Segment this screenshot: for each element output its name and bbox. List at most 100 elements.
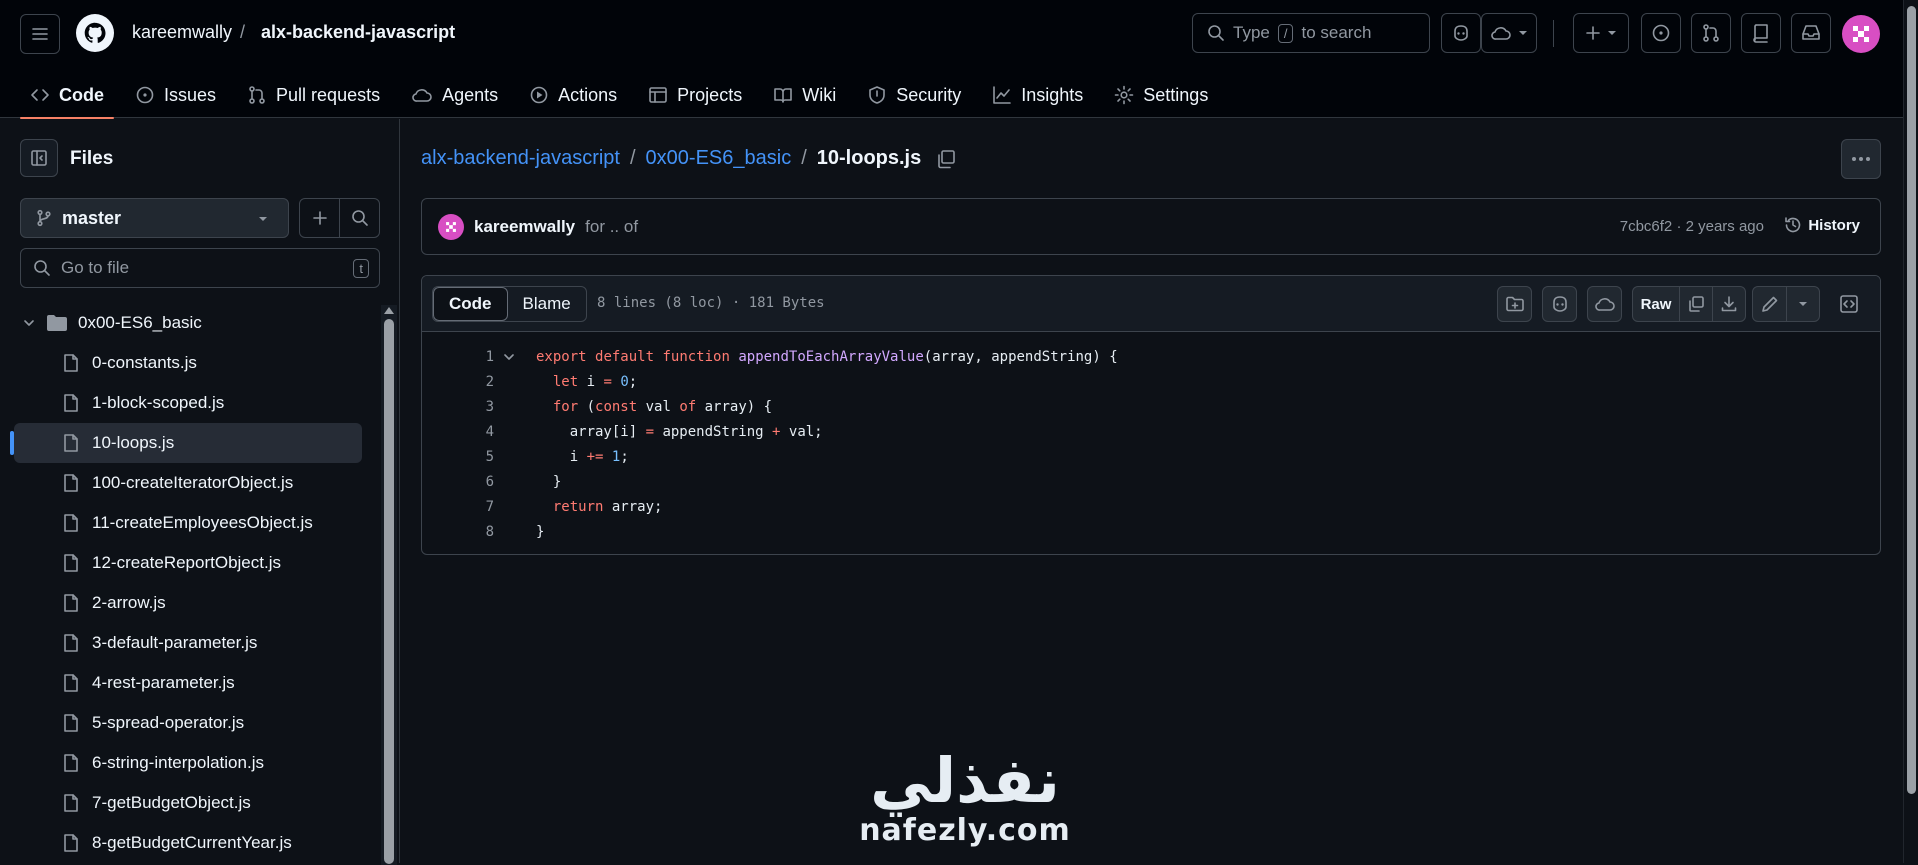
line-number[interactable]: 4 bbox=[422, 424, 494, 440]
tab-label: Insights bbox=[1021, 84, 1084, 105]
raw-button[interactable]: Raw bbox=[1633, 287, 1679, 321]
file-name: 12-createReportObject.js bbox=[92, 553, 281, 572]
inbox-icon bbox=[1802, 25, 1820, 40]
github-logo-icon[interactable] bbox=[76, 14, 114, 52]
header-owner-link[interactable]: kareemwally bbox=[132, 22, 232, 43]
tab-pull-requests[interactable]: Pull requests bbox=[237, 72, 390, 118]
blame-tab[interactable]: Blame bbox=[508, 287, 586, 321]
plus-icon bbox=[1586, 26, 1600, 40]
commit-message[interactable]: for .. of bbox=[585, 217, 638, 237]
file-name: 8-getBudgetCurrentYear.js bbox=[92, 833, 292, 852]
commit-hash-time[interactable]: 7cbc6f2 · 2 years ago bbox=[1620, 218, 1764, 235]
breadcrumb-repo-link[interactable]: alx-backend-javascript bbox=[421, 147, 620, 170]
search-icon bbox=[1208, 25, 1224, 41]
tree-file[interactable]: 100-createIteratorObject.js bbox=[14, 463, 382, 503]
line-number[interactable]: 6 bbox=[422, 474, 494, 490]
line-number[interactable]: 3 bbox=[422, 399, 494, 415]
tree-file[interactable]: 0-constants.js bbox=[14, 343, 382, 383]
sidebar-scrollbar[interactable] bbox=[381, 305, 397, 865]
line-number[interactable]: 8 bbox=[422, 524, 494, 540]
search-icon bbox=[351, 210, 368, 226]
breadcrumb-separator: / bbox=[801, 147, 807, 169]
tree-file[interactable]: 8-getBudgetCurrentYear.js bbox=[14, 823, 382, 863]
tab-security[interactable]: Security bbox=[857, 72, 971, 118]
tab-issues[interactable]: Issues bbox=[125, 72, 226, 118]
tree-file[interactable]: 3-default-parameter.js bbox=[14, 623, 382, 663]
chevron-down-icon bbox=[504, 353, 514, 360]
copy-raw-button[interactable] bbox=[1679, 287, 1712, 321]
code-tab[interactable]: Code bbox=[433, 287, 508, 321]
file-name: 4-rest-parameter.js bbox=[92, 673, 235, 692]
pull-requests-button[interactable] bbox=[1691, 13, 1731, 53]
download-button[interactable] bbox=[1712, 287, 1745, 321]
kebab-horizontal-icon bbox=[1852, 157, 1870, 161]
issues-button[interactable] bbox=[1641, 13, 1681, 53]
tree-file[interactable]: 1-block-scoped.js bbox=[14, 383, 382, 423]
code-toolbar: Code Blame 8 lines (8 loc) · 181 Bytes R… bbox=[422, 276, 1880, 332]
tree-file[interactable]: 5-spread-operator.js bbox=[14, 703, 382, 743]
history-icon bbox=[1785, 217, 1801, 233]
file-icon bbox=[64, 554, 78, 572]
tree-file[interactable]: 6-string-interpolation.js bbox=[14, 743, 382, 783]
header-repo-link[interactable]: alx-backend-javascript bbox=[261, 22, 455, 43]
fold-toggle[interactable] bbox=[494, 350, 524, 364]
create-new-button[interactable] bbox=[1573, 13, 1629, 53]
repo-nav: Code Issues Pull requests Agents Actions… bbox=[20, 72, 1229, 119]
tree-file[interactable]: 2-arrow.js bbox=[14, 583, 382, 623]
add-file-button[interactable] bbox=[300, 199, 340, 237]
tree-file[interactable]: 12-createReportObject.js bbox=[14, 543, 382, 583]
issue-icon bbox=[1652, 24, 1670, 42]
file-name: 1-block-scoped.js bbox=[92, 393, 225, 412]
line-number[interactable]: 2 bbox=[422, 374, 494, 390]
tree-file[interactable]: 11-createEmployeesObject.js bbox=[14, 503, 382, 543]
tab-insights[interactable]: Insights bbox=[982, 72, 1093, 118]
cloud-agent-button[interactable] bbox=[1587, 286, 1622, 322]
page-scrollbar[interactable] bbox=[1903, 0, 1918, 863]
line-number[interactable]: 1 bbox=[422, 349, 494, 365]
add-to-folder-button[interactable] bbox=[1497, 286, 1532, 322]
tab-wiki[interactable]: Wiki bbox=[763, 72, 846, 118]
edit-file-button[interactable] bbox=[1753, 287, 1786, 321]
tab-actions[interactable]: Actions bbox=[519, 72, 627, 118]
commit-author-avatar[interactable] bbox=[438, 213, 464, 240]
chevron-down-icon bbox=[24, 320, 34, 326]
go-to-file-input[interactable]: Go to file t bbox=[20, 248, 380, 288]
search-input[interactable]: Type / to search bbox=[1192, 13, 1430, 53]
file-icon bbox=[64, 514, 78, 532]
tab-code[interactable]: Code bbox=[20, 72, 114, 119]
more-options-button[interactable] bbox=[1841, 139, 1881, 179]
history-button[interactable]: History bbox=[1784, 216, 1860, 234]
file-icon bbox=[64, 674, 78, 692]
menu-button[interactable] bbox=[20, 14, 60, 54]
line-number[interactable]: 5 bbox=[422, 449, 494, 465]
tree-folder[interactable]: 0x00-ES6_basic bbox=[14, 303, 382, 343]
copilot-menu-button[interactable] bbox=[1481, 13, 1537, 53]
branch-selector[interactable]: master bbox=[20, 198, 289, 238]
commit-author[interactable]: kareemwally bbox=[474, 217, 575, 237]
tab-label: Security bbox=[896, 84, 962, 105]
user-avatar[interactable] bbox=[1842, 15, 1880, 53]
copy-path-icon[interactable] bbox=[935, 148, 957, 170]
search-files-button[interactable] bbox=[340, 199, 379, 237]
tree-file[interactable]: 7-getBudgetObject.js bbox=[14, 783, 382, 823]
copilot-button[interactable] bbox=[1441, 13, 1481, 53]
code-line: 3 for (const val of array) { bbox=[422, 394, 1880, 419]
code-text: array[i] = appendString + val; bbox=[536, 423, 823, 440]
tab-agents[interactable]: Agents bbox=[401, 72, 508, 118]
breadcrumb-separator: / bbox=[629, 147, 636, 169]
edit-options-button[interactable] bbox=[1786, 287, 1819, 321]
sidebar-title: Files bbox=[70, 148, 114, 169]
symbols-panel-button[interactable] bbox=[1831, 286, 1866, 322]
gear-icon bbox=[1114, 85, 1134, 105]
copilot-ask-button[interactable] bbox=[1542, 286, 1577, 322]
tab-projects[interactable]: Projects bbox=[638, 72, 752, 118]
breadcrumb-folder-link[interactable]: 0x00-ES6_basic bbox=[646, 147, 792, 170]
inbox-button[interactable] bbox=[1791, 13, 1831, 53]
tree-file[interactable]: 10-loops.js bbox=[10, 423, 362, 463]
copilot-icon bbox=[1454, 25, 1468, 41]
collapse-sidebar-button[interactable] bbox=[20, 139, 58, 177]
tab-settings[interactable]: Settings bbox=[1104, 72, 1218, 118]
tree-file[interactable]: 4-rest-parameter.js bbox=[14, 663, 382, 703]
repositories-button[interactable] bbox=[1741, 13, 1781, 53]
line-number[interactable]: 7 bbox=[422, 499, 494, 515]
